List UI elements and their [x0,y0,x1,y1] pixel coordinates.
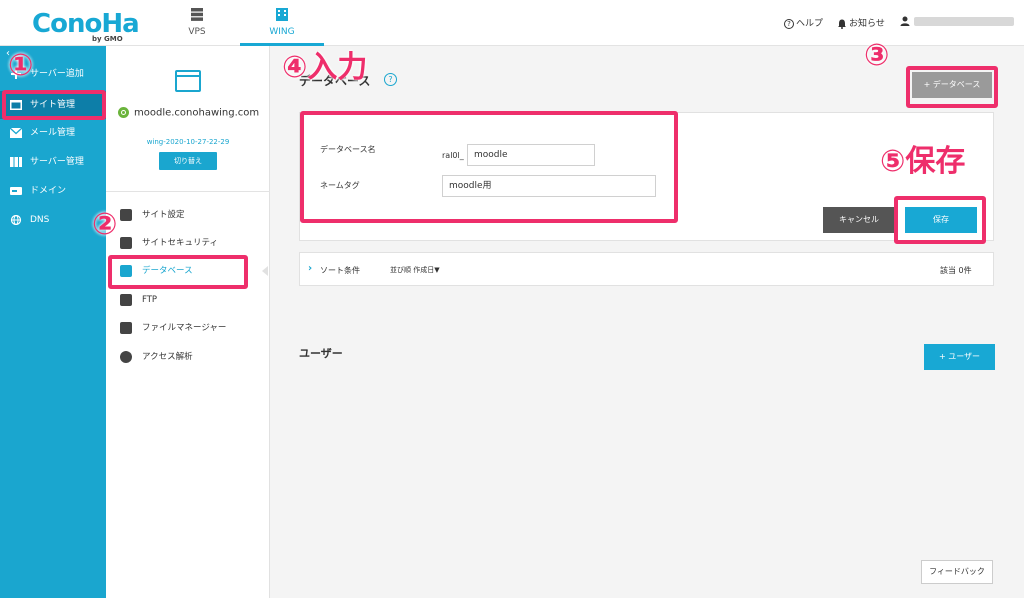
pie-chart-icon [120,351,132,363]
notice-link[interactable]: お知らせ [837,16,885,29]
help-link[interactable]: ? ヘルプ [784,16,823,29]
nav-ftp[interactable]: FTP [120,289,260,311]
bell-icon [838,19,846,29]
annotation-step-3: ③ [864,38,890,73]
sidebar-item-label: DNS [30,215,50,225]
user-icon [900,16,910,26]
server-icon [191,8,203,21]
help-icon[interactable]: ? [384,73,397,86]
server-icon [10,157,22,167]
user-menu[interactable] [900,16,1014,27]
mail-icon [10,128,22,138]
site-domain: moodle.conohawing.com [118,107,259,119]
annotation-step-5: ⑤保存 [880,144,966,179]
users-section-title: ユーザー [299,347,343,360]
annotation-box-2 [108,255,248,289]
tab-wing-label: WING [269,27,295,37]
tab-vps[interactable]: VPS [155,0,239,46]
notice-label: お知らせ [849,19,885,29]
nav-access-analytics[interactable]: アクセス解析 [120,346,260,368]
active-pointer [262,266,268,276]
site-domain-text: moodle.conohawing.com [134,107,260,119]
sort-label: ソート条件 [320,266,360,275]
power-icon [118,107,129,118]
nav-label: FTP [142,295,158,305]
sidebar-item-mail[interactable]: メール管理 [0,119,106,147]
annotation-step-1: ① [8,48,34,83]
sidebar-item-server[interactable]: サーバー管理 [0,148,106,176]
domain-icon [10,187,22,195]
tab-vps-label: VPS [188,27,206,37]
feedback-button[interactable]: フィードバック [921,560,993,584]
nav-file-manager[interactable]: ファイルマネージャー [120,317,260,339]
nav-label: アクセス解析 [142,352,193,362]
sidebar-item-label: メール管理 [30,128,76,138]
transfer-icon [120,294,132,306]
tab-wing[interactable]: WING [240,0,324,46]
nav-site-settings[interactable]: サイト設定 [120,204,260,226]
annotation-step-2: ② [92,207,118,242]
logo-sub: by GMO [92,35,123,43]
shield-icon [120,237,132,249]
annotation-step-4: ④入力 [282,50,368,85]
site-panel: moodle.conohawing.com wing-2020-10-27-22… [106,46,270,598]
switch-site-button[interactable]: 切り替え [159,152,217,170]
divider [106,191,270,192]
wing-id: wing-2020-10-27-22-29 [146,138,230,146]
annotation-box-5 [894,196,986,244]
site-window-icon [175,70,201,92]
building-icon [276,8,288,21]
nav-label: ファイルマネージャー [142,323,227,333]
user-name-redacted [914,16,1014,26]
add-user-button[interactable]: + ユーザー [924,344,995,370]
cancel-button[interactable]: キャンセル [823,207,895,233]
annotation-box-4 [300,111,678,223]
sidebar-item-label: サーバー管理 [30,157,84,167]
main-sidebar: ‹ サーバー追加 サイト管理 メール管理 サーバー管理 ドメイン DNS [0,46,106,598]
sort-order[interactable]: 並び順 作成日▼ [390,265,440,275]
sidebar-item-label: サーバー追加 [30,69,84,79]
conoha-logo[interactable]: ConoHa by GMO [32,9,140,43]
sidebar-item-dns[interactable]: DNS [0,206,106,234]
help-label: ヘルプ [796,19,824,29]
sidebar-item-domain[interactable]: ドメイン [0,177,106,205]
help-icon: ? [784,18,794,29]
settings-icon [120,209,132,221]
nav-label: サイト設定 [142,210,185,220]
chevron-right-icon: › [308,263,313,274]
annotation-box-3 [906,66,998,108]
result-count: 該当 0件 [940,266,972,275]
globe-icon [10,215,22,225]
nav-site-security[interactable]: サイトセキュリティ [120,232,260,254]
sort-bar[interactable]: › ソート条件 並び順 作成日▼ 該当 0件 [299,252,994,286]
folder-icon [120,322,132,334]
sidebar-item-label: ドメイン [30,186,67,196]
nav-label: サイトセキュリティ [142,238,218,248]
annotation-box-1 [2,90,106,120]
